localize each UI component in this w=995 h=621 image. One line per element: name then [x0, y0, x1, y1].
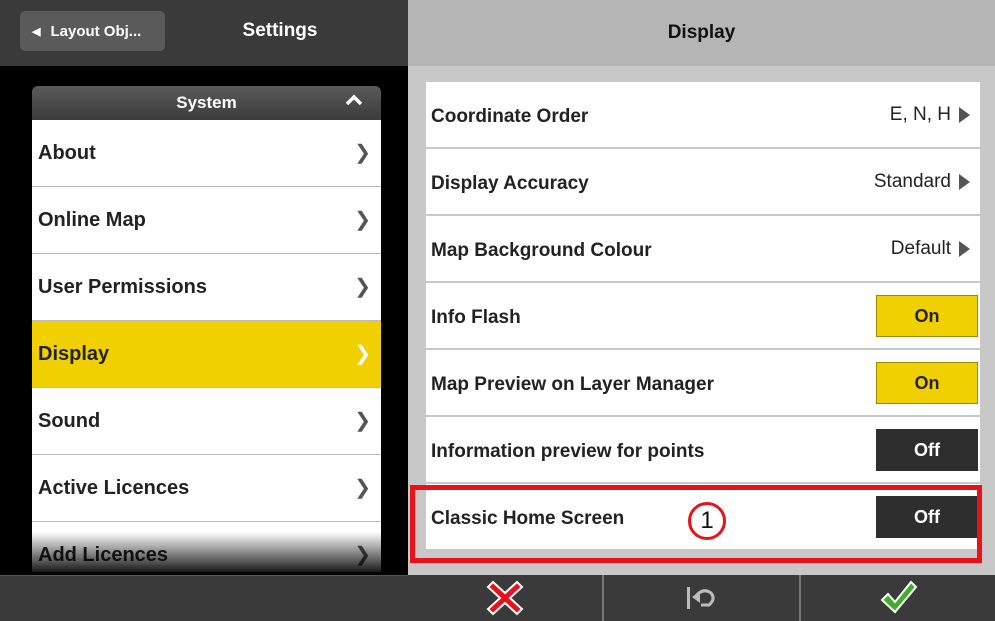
sidebar-item-online-map[interactable]: Online Map ❯: [32, 187, 381, 254]
setting-value: Standard: [873, 171, 951, 192]
sidebar-item-sound[interactable]: Sound ❯: [32, 388, 381, 455]
confirm-button[interactable]: [798, 575, 995, 621]
nav-bottom-bar: [0, 575, 408, 621]
scroll-fade: [32, 532, 381, 572]
system-group-header[interactable]: System: [32, 86, 381, 120]
nav-header: ◀ Layout Obj... Settings: [0, 0, 408, 66]
undo-button[interactable]: [602, 575, 798, 621]
triangle-right-icon: [959, 107, 970, 123]
setting-row-display-accuracy[interactable]: Display Accuracy Standard: [426, 149, 980, 216]
collapse-up-icon: [345, 94, 363, 106]
bottom-toolbar: [408, 575, 995, 621]
toggle-button[interactable]: On: [876, 362, 978, 404]
setting-label: Coordinate Order: [431, 106, 589, 127]
setting-label: Info Flash: [431, 307, 521, 328]
cancel-icon: [486, 580, 524, 616]
sidebar-item-display[interactable]: Display ❯: [32, 321, 381, 388]
back-button[interactable]: ◀ Layout Obj...: [20, 11, 165, 51]
setting-label: Display Accuracy: [431, 173, 589, 194]
chevron-right-icon: ❯: [354, 410, 371, 432]
toggle-button[interactable]: On: [876, 295, 978, 337]
setting-row-information-preview-for-points: Information preview for points Off: [426, 417, 980, 484]
sidebar-item-label: Display: [38, 343, 110, 365]
setting-value: Default: [890, 238, 951, 259]
back-arrow-icon: ◀: [32, 25, 41, 38]
system-settings-list: System About ❯ Online Map ❯ User Permissions…: [32, 86, 381, 572]
sidebar-item-label: Active Licences: [38, 477, 190, 499]
nav-title: Settings: [242, 20, 318, 41]
undo-icon: [687, 587, 716, 609]
chevron-right-icon: ❯: [354, 209, 371, 231]
triangle-right-icon: [959, 174, 970, 190]
chevron-right-icon: ❯: [354, 142, 371, 164]
setting-value-selector[interactable]: Default: [891, 238, 970, 260]
chevron-right-icon: ❯: [354, 477, 371, 499]
sidebar-item-about[interactable]: About ❯: [32, 120, 381, 187]
chevron-right-icon: ❯: [354, 276, 371, 298]
setting-value-selector[interactable]: Standard: [874, 171, 970, 193]
callout-marker: 1: [688, 502, 726, 540]
sidebar-item-label: Online Map: [38, 209, 146, 231]
toggle-button[interactable]: Off: [876, 429, 978, 471]
setting-label: Map Background Colour: [431, 240, 652, 261]
system-group-title: System: [176, 93, 237, 112]
settings-nav-panel: ◀ Layout Obj... Settings System About ❯ On…: [0, 0, 408, 621]
sidebar-item-user-permissions[interactable]: User Permissions ❯: [32, 254, 381, 321]
confirm-icon: [880, 580, 918, 614]
setting-label: Map Preview on Layer Manager: [431, 374, 714, 395]
setting-value-selector[interactable]: E, N, H: [890, 104, 970, 126]
display-settings-list: Coordinate Order E, N, H Display Accuracy S…: [426, 82, 980, 551]
setting-row-map-preview-on-layer-manager: Map Preview on Layer Manager On: [426, 350, 980, 417]
triangle-right-icon: [959, 241, 970, 257]
chevron-right-icon: ❯: [354, 343, 371, 365]
back-button-label: Layout Obj...: [50, 22, 142, 40]
setting-label: Information preview for points: [431, 441, 705, 462]
panel-title: Display: [408, 0, 995, 66]
setting-row-coordinate-order[interactable]: Coordinate Order E, N, H: [426, 82, 980, 149]
setting-row-info-flash: Info Flash On: [426, 283, 980, 350]
cancel-button[interactable]: [408, 575, 602, 621]
sidebar-item-active-licences[interactable]: Active Licences ❯: [32, 455, 381, 522]
setting-row-map-background-colour[interactable]: Map Background Colour Default: [426, 216, 980, 283]
setting-value: E, N, H: [889, 104, 951, 125]
sidebar-item-label: User Permissions: [38, 276, 207, 298]
sidebar-item-label: Sound: [38, 410, 101, 432]
sidebar-item-label: About: [38, 142, 96, 164]
